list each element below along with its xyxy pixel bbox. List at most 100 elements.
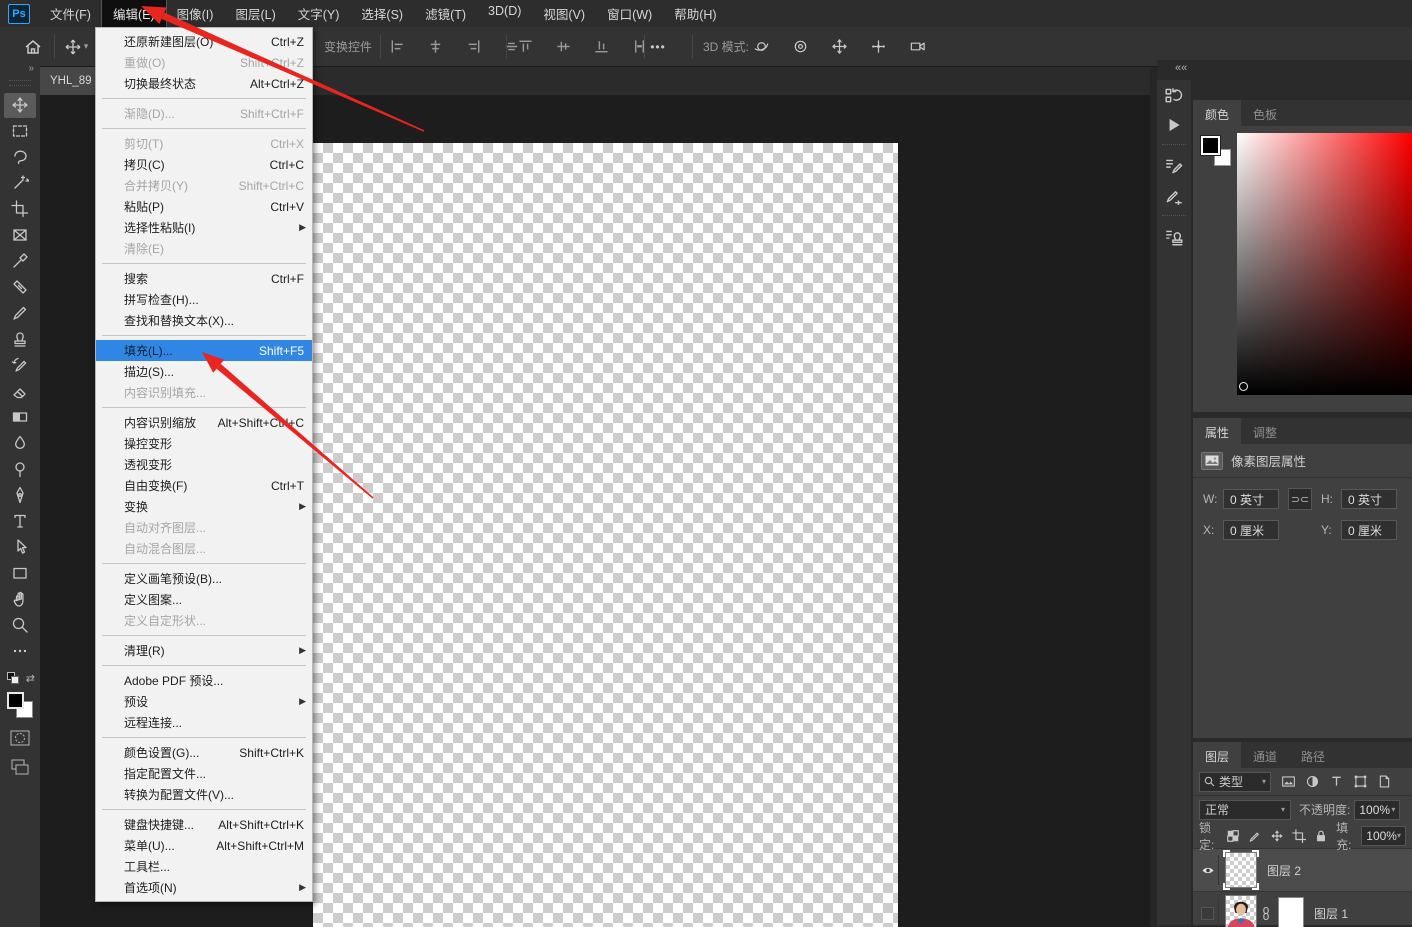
edit-menu-item[interactable]: 预设 ▶ <box>96 691 312 712</box>
collapse-panels-icon[interactable]: «« <box>1175 62 1187 74</box>
3d-orbit-button[interactable] <box>748 35 774 59</box>
history-brush-tool-button[interactable] <box>4 353 36 378</box>
edit-menu-item[interactable]: 拼写检查(H)... <box>96 289 312 310</box>
align-center-h-button[interactable] <box>422 35 448 59</box>
more-tools-button[interactable] <box>4 639 36 664</box>
swap-colors-icon[interactable]: ⇄ <box>26 672 35 685</box>
opacity-field[interactable]: 100% ▾ <box>1354 799 1401 820</box>
edit-menu-item[interactable]: 自由变换(F) Ctrl+T <box>96 475 312 496</box>
edit-menu-item[interactable]: 首选项(N) ▶ <box>96 877 312 898</box>
3d-pan-button[interactable] <box>826 35 852 59</box>
edit-menu-item[interactable]: 清理(R) ▶ <box>96 640 312 661</box>
3d-roll-button[interactable] <box>787 35 813 59</box>
edit-menu-item[interactable]: 选择性粘贴(I) ▶ <box>96 217 312 238</box>
brushes-panel-button[interactable] <box>1157 181 1191 211</box>
y-field[interactable]: 0 厘米 <box>1341 520 1397 540</box>
edit-menu-item[interactable]: 指定配置文件... <box>96 763 312 784</box>
layers-tab[interactable]: 通道 <box>1241 742 1289 768</box>
foreground-background-swatches[interactable] <box>7 692 33 718</box>
healing-brush-tool-button[interactable] <box>4 275 36 300</box>
lock-move-button[interactable] <box>1270 829 1284 843</box>
move-tool-button[interactable] <box>4 92 36 118</box>
toolbar-collapse-icon[interactable]: » <box>0 60 40 78</box>
quick-selection-tool-button[interactable] <box>4 171 36 196</box>
edit-menu-item[interactable]: 填充(L)... Shift+F5 <box>96 340 312 361</box>
clone-source-panel-button[interactable] <box>1157 222 1191 252</box>
edit-menu-item[interactable]: 定义画笔预设(B)... <box>96 568 312 589</box>
link-dimensions-icon[interactable]: ⊃⊂ <box>1288 488 1312 510</box>
lock-artboard-button[interactable] <box>1292 828 1307 843</box>
rectangle-tool-button[interactable] <box>4 561 36 586</box>
quick-mask-icon[interactable] <box>10 730 30 746</box>
edit-menu-item[interactable]: 颜色设置(G)... Shift+Ctrl+K <box>96 742 312 763</box>
layer-thumbnail[interactable] <box>1223 850 1259 890</box>
edit-menu-item[interactable]: 操控变形 <box>96 433 312 454</box>
hand-tool-button[interactable] <box>4 587 36 612</box>
transform-controls-label[interactable]: 变换控件 <box>324 38 372 55</box>
edit-menu-item[interactable]: 工具栏... <box>96 856 312 877</box>
path-select-tool-button[interactable] <box>4 535 36 560</box>
history-panel-button[interactable] <box>1157 80 1191 110</box>
color-tab[interactable]: 色板 <box>1241 100 1289 126</box>
home-icon[interactable] <box>20 35 46 59</box>
layer-name[interactable]: 图层 2 <box>1267 862 1301 879</box>
properties-tab[interactable]: 调整 <box>1241 418 1289 444</box>
x-field[interactable]: 0 厘米 <box>1223 520 1279 540</box>
lock-transparent-button[interactable] <box>1226 829 1240 843</box>
layer-visibility-eye-icon[interactable] <box>1197 855 1219 885</box>
default-colors-icon[interactable]: ⇄ <box>5 672 35 686</box>
pen-tool-button[interactable] <box>4 483 36 508</box>
panel-foreground-swatch[interactable] <box>1200 135 1221 156</box>
fill-field[interactable]: 100% ▾ <box>1361 825 1406 846</box>
edit-menu-item[interactable]: 转换为配置文件(V)... <box>96 784 312 805</box>
menubar-item-l[interactable]: 图层(L) <box>224 0 286 28</box>
lasso-tool-button[interactable] <box>4 145 36 170</box>
edit-menu-item[interactable]: 远程连接... <box>96 712 312 733</box>
marquee-tool-button[interactable] <box>4 119 36 144</box>
clone-stamp-tool-button[interactable] <box>4 327 36 352</box>
layer-name[interactable]: 图层 1 <box>1314 905 1348 922</box>
eyedropper-tool-button[interactable] <box>4 249 36 274</box>
layer-row[interactable]: 图层 2 <box>1193 849 1412 892</box>
edit-menu-item[interactable]: 描边(S)... <box>96 361 312 382</box>
menubar-item-e[interactable]: 编辑(E) <box>100 0 167 29</box>
shape-filter-button[interactable] <box>1353 774 1368 789</box>
panel-collapse-bar[interactable]: «« <box>1157 60 1412 78</box>
menubar-item-v[interactable]: 视图(V) <box>532 0 596 28</box>
align-left-button[interactable] <box>384 35 410 59</box>
adjustment-filter-button[interactable] <box>1305 774 1320 789</box>
edit-menu-item[interactable]: 查找和替换文本(X)... <box>96 310 312 331</box>
edit-menu-item[interactable]: 变换 ▶ <box>96 496 312 517</box>
menubar-item-f[interactable]: 文件(F) <box>39 0 102 28</box>
layer-mask-thumbnail[interactable] <box>1278 897 1304 927</box>
move-tool-preset-icon[interactable]: ▾ <box>63 35 89 59</box>
edit-menu-item[interactable]: 透视变形 <box>96 454 312 475</box>
blur-tool-button[interactable] <box>4 431 36 456</box>
align-middle-button[interactable] <box>550 35 576 59</box>
brush-settings-panel-button[interactable] <box>1157 151 1191 181</box>
edit-menu-item[interactable]: 键盘快捷键... Alt+Shift+Ctrl+K <box>96 814 312 835</box>
edit-menu-item[interactable]: 内容识别缩放 Alt+Shift+Ctrl+C <box>96 412 312 433</box>
color-tab[interactable]: 颜色 <box>1193 100 1242 126</box>
eraser-tool-button[interactable] <box>4 379 36 404</box>
blend-mode-dropdown[interactable]: 正常 ▾ <box>1199 799 1291 820</box>
panel-color-swatches[interactable] <box>1200 135 1231 166</box>
layer-visibility-empty[interactable] <box>1197 898 1219 927</box>
menubar-item-w[interactable]: 窗口(W) <box>596 0 663 28</box>
dodge-tool-button[interactable] <box>4 457 36 482</box>
edit-menu-item[interactable]: 搜索 Ctrl+F <box>96 268 312 289</box>
color-picker-marker[interactable] <box>1239 382 1248 391</box>
zoom-tool-button[interactable] <box>4 613 36 638</box>
crop-tool-button[interactable] <box>4 197 36 222</box>
edit-menu-item[interactable]: 还原新建图层(O) Ctrl+Z <box>96 31 312 52</box>
edit-menu-item[interactable]: Adobe PDF 预设... <box>96 670 312 691</box>
foreground-color-swatch[interactable] <box>7 692 24 709</box>
align-top-button[interactable] <box>512 35 538 59</box>
menubar-item-3dd[interactable]: 3D(D) <box>477 0 532 28</box>
layer-row[interactable]: 图层 1 <box>1193 892 1412 927</box>
brush-tool-button[interactable] <box>4 301 36 326</box>
layers-tab[interactable]: 图层 <box>1193 742 1242 768</box>
edit-menu-item[interactable]: 切换最终状态 Alt+Ctrl+Z <box>96 73 312 94</box>
edit-menu-item[interactable]: 定义图案... <box>96 589 312 610</box>
3d-camera-button[interactable] <box>904 35 930 59</box>
